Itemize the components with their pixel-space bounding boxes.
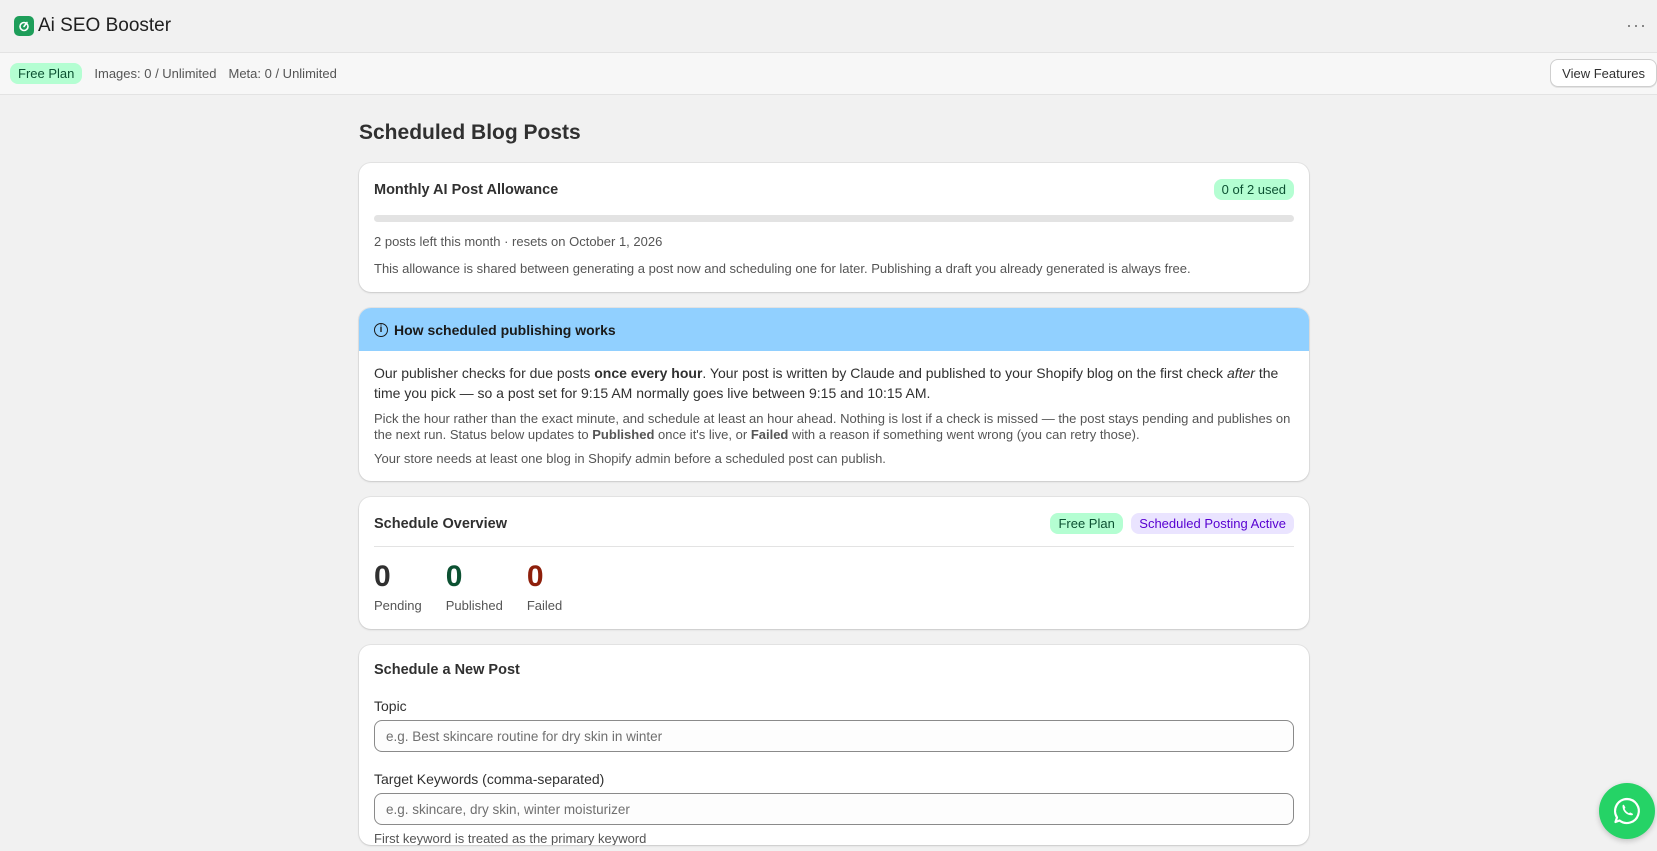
info-p1-bold: once every hour <box>594 365 703 381</box>
info-p2-text-3: with a reason if something went wrong (y… <box>788 427 1140 442</box>
info-icon: i <box>374 322 388 337</box>
app-title: Ai SEO Booster <box>38 15 172 36</box>
overview-divider <box>374 546 1294 547</box>
overview-stats: 0 Pending 0 Published 0 Failed <box>374 560 1294 614</box>
main-content: Scheduled Blog Posts Monthly AI Post All… <box>359 95 1309 851</box>
info-paragraph-2: Pick the hour rather than the exact minu… <box>374 411 1294 443</box>
info-p2-text-2: once it's live, or <box>654 427 751 442</box>
stat-pending-value: 0 <box>374 560 391 593</box>
whatsapp-chat-button[interactable] <box>1599 783 1655 839</box>
allowance-title: Monthly AI Post Allowance <box>374 181 559 198</box>
keywords-label: Target Keywords (comma-separated) <box>374 771 605 787</box>
info-banner-title: How scheduled publishing works <box>394 321 616 338</box>
whatsapp-icon <box>1614 797 1640 825</box>
topic-label: Topic <box>374 698 407 714</box>
stat-published: 0 Published <box>445 560 503 614</box>
stat-failed-value: 0 <box>526 560 544 593</box>
overview-title: Schedule Overview <box>374 515 507 532</box>
stat-failed-label: Failed <box>526 598 563 613</box>
stat-pending: 0 Pending <box>374 560 422 614</box>
stat-published-value: 0 <box>445 560 463 593</box>
images-usage: Images: 0 / Unlimited <box>94 66 217 81</box>
allowance-card: Monthly AI Post Allowance 0 of 2 used 2 … <box>359 163 1309 292</box>
meta-usage: Meta: 0 / Unlimited <box>228 66 337 81</box>
info-p2-failed: Failed <box>750 427 789 442</box>
info-p1-text-2: . Your post is written by Claude and pub… <box>702 365 1227 381</box>
schedule-overview-card: Schedule Overview Free Plan Scheduled Po… <box>359 497 1309 629</box>
info-p2-published: Published <box>592 427 655 442</box>
keywords-help-text: First keyword is treated as the primary … <box>374 831 647 845</box>
topic-input[interactable] <box>374 720 1294 752</box>
plan-bar: Free Plan Images: 0 / Unlimited Meta: 0 … <box>0 53 1657 95</box>
allowance-progress-bar <box>374 215 1294 222</box>
keywords-input[interactable] <box>374 793 1294 825</box>
app-logo-icon <box>14 16 34 36</box>
info-banner-header: i How scheduled publishing works <box>359 308 1309 351</box>
plan-badge: Free Plan <box>10 63 83 84</box>
info-p1-text: Our publisher checks for due posts <box>374 365 595 381</box>
stat-published-label: Published <box>445 598 503 613</box>
app-header: Ai SEO Booster ··· <box>0 0 1657 53</box>
stat-failed: 0 Failed <box>526 560 563 614</box>
new-post-title: Schedule a New Post <box>374 662 520 678</box>
info-paragraph-3: Your store needs at least one blog in Sh… <box>374 451 886 466</box>
scheduled-posting-status-badge: Scheduled Posting Active <box>1131 513 1294 534</box>
allowance-note: This allowance is shared between generat… <box>374 261 1191 276</box>
more-options-icon[interactable]: ··· <box>1626 16 1647 34</box>
new-post-card: Schedule a New Post Topic Target Keyword… <box>359 645 1309 845</box>
overview-plan-badge: Free Plan <box>1050 513 1123 534</box>
page-title: Scheduled Blog Posts <box>359 121 581 144</box>
stat-pending-label: Pending <box>374 598 422 613</box>
view-features-button[interactable]: View Features <box>1550 59 1657 87</box>
info-paragraph-1: Our publisher checks for due posts once … <box>374 363 1294 403</box>
allowance-remaining: 2 posts left this month · resets on Octo… <box>374 234 663 249</box>
info-banner: i How scheduled publishing works Our pub… <box>359 308 1309 481</box>
allowance-badge: 0 of 2 used <box>1213 179 1294 200</box>
info-p1-italic: after <box>1226 365 1255 381</box>
